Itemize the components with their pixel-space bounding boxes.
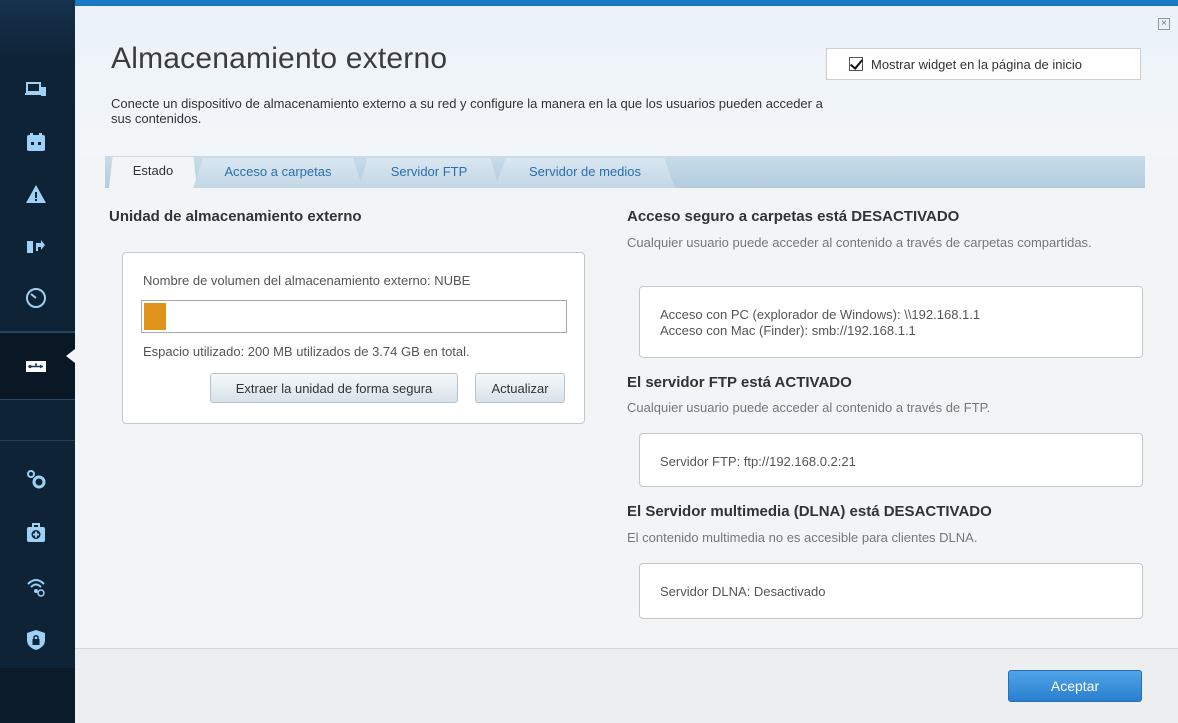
- devices-icon[interactable]: [14, 72, 58, 106]
- page-header: ×: [75, 6, 1178, 156]
- tab-estado[interactable]: Estado: [109, 157, 197, 188]
- ftp-server-line: Servidor FTP: ftp://192.168.0.2:21: [660, 454, 856, 469]
- dlna-server-line: Servidor DLNA: Desactivado: [660, 584, 826, 599]
- troubleshooting-icon-glyph: [27, 523, 45, 542]
- wireless-icon-glyph: [27, 579, 45, 597]
- active-item-pointer: [66, 349, 75, 363]
- eject-drive-button[interactable]: Extraer la unidad de forma segura: [210, 373, 458, 403]
- usb-storage-icon-glyph: [26, 361, 46, 372]
- space-used-label: Espacio utilizado: 200 MB utilizados de …: [143, 344, 470, 359]
- ok-button[interactable]: Aceptar: [1008, 670, 1142, 702]
- connectivity-settings-icon-glyph: [27, 470, 46, 489]
- show-widget-label: Mostrar widget en la página de inicio: [871, 56, 1083, 72]
- folder-access-title: Acceso seguro a carpetas está DESACTIVAD…: [627, 208, 960, 225]
- ftp-info-box: Servidor FTP: ftp://192.168.0.2:21: [639, 433, 1143, 487]
- dlna-info-box: Servidor DLNA: Desactivado: [639, 563, 1143, 619]
- guest-access-icon-glyph: [26, 185, 46, 203]
- speed-test-icon[interactable]: [14, 281, 58, 315]
- troubleshooting-icon[interactable]: [14, 516, 58, 550]
- sidebar-top-band: [0, 0, 75, 58]
- wireless-icon[interactable]: [14, 570, 58, 604]
- page-title: Almacenamiento externo: [111, 42, 448, 75]
- sidebar: [0, 0, 75, 723]
- pc-access-line: Acceso con PC (explorador de Windows): \…: [660, 307, 981, 322]
- storage-section-title: Unidad de almacenamiento externo: [109, 208, 362, 225]
- sidebar-divider: [0, 440, 75, 441]
- tab-bar: Estado Acceso a carpetas Servidor FTP Se…: [105, 156, 1145, 188]
- folder-access-box: Acceso con PC (explorador de Windows): \…: [639, 286, 1143, 358]
- tab-servidor-de-medios[interactable]: Servidor de medios: [495, 158, 675, 188]
- security-icon-glyph: [27, 630, 45, 650]
- volume-info-box: Nombre de volumen del almacenamiento ext…: [122, 252, 585, 424]
- parental-controls-icon-glyph: [27, 133, 45, 151]
- refresh-button[interactable]: Actualizar: [475, 373, 565, 403]
- guest-access-icon[interactable]: [14, 177, 58, 211]
- tab-acceso-a-carpetas[interactable]: Acceso a carpetas: [193, 158, 363, 188]
- parental-controls-icon[interactable]: [14, 125, 58, 159]
- media-prioritization-icon[interactable]: [14, 229, 58, 263]
- usb-storage-icon[interactable]: [14, 349, 58, 383]
- connectivity-settings-icon[interactable]: [14, 462, 58, 496]
- devices-icon-glyph: [25, 82, 46, 96]
- ftp-subtitle: Cualquier usuario puede acceder al conte…: [627, 400, 991, 415]
- tab-servidor-ftp[interactable]: Servidor FTP: [359, 158, 499, 188]
- media-prioritization-icon-glyph: [27, 240, 45, 253]
- page-description: Conecte un dispositivo de almacenamiento…: [111, 96, 823, 126]
- usage-bar: [141, 300, 567, 333]
- ftp-title: El servidor FTP está ACTIVADO: [627, 374, 852, 391]
- mac-access-line: Acceso con Mac (Finder): smb://192.168.1…: [660, 323, 916, 338]
- speed-test-icon-glyph: [26, 288, 46, 308]
- dlna-title: El Servidor multimedia (DLNA) está DESAC…: [627, 503, 992, 520]
- sidebar-bottom-band: [0, 668, 75, 723]
- dlna-subtitle: El contenido multimedia no es accesible …: [627, 530, 978, 545]
- show-widget-option[interactable]: Mostrar widget en la página de inicio: [826, 48, 1141, 80]
- folder-access-subtitle: Cualquier usuario puede acceder al conte…: [627, 235, 1092, 250]
- volume-name-label: Nombre de volumen del almacenamiento ext…: [143, 273, 471, 288]
- close-icon[interactable]: ×: [1158, 18, 1170, 30]
- show-widget-checkbox[interactable]: [849, 57, 863, 71]
- usage-bar-fill: [144, 303, 166, 330]
- security-icon[interactable]: [14, 623, 58, 657]
